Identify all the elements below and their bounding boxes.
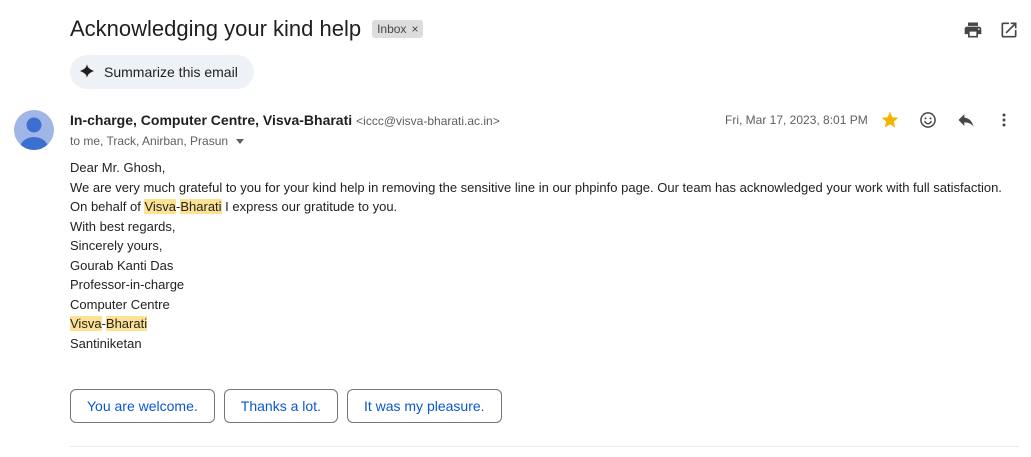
reply-icon[interactable]: [956, 110, 976, 130]
email-subject: Acknowledging your kind help: [70, 16, 362, 41]
subject-row: Acknowledging your kind help Inbox ×: [70, 16, 424, 42]
sender-name[interactable]: In-charge, Computer Centre, Visva-Bharat…: [70, 112, 352, 128]
body-line: With best regards,: [70, 218, 176, 234]
body-text: I express our gratitude to you.: [221, 199, 398, 214]
remove-label-icon[interactable]: ×: [411, 22, 418, 36]
smart-reply-button[interactable]: It was my pleasure.: [346, 389, 502, 423]
highlighted-term: Visva: [70, 316, 102, 331]
body-line: Dear Mr. Ghosh,: [70, 160, 166, 175]
smart-replies: You are welcome. Thanks a lot. It was my…: [70, 389, 502, 423]
body-line: We are very much grateful to you for you…: [70, 179, 1002, 195]
divider: [70, 446, 1019, 447]
smart-reply-button[interactable]: Thanks a lot.: [223, 389, 338, 423]
sparkle-icon: [80, 63, 94, 81]
body-line: Visva-Bharati: [70, 314, 1002, 334]
emoji-icon[interactable]: [918, 110, 938, 130]
highlighted-term: Bharati: [105, 316, 148, 331]
summarize-button[interactable]: Summarize this email: [70, 55, 254, 89]
highlighted-term: Bharati: [180, 199, 222, 214]
open-in-new-window-icon[interactable]: [999, 20, 1019, 40]
recipients-toggle[interactable]: to me, Track, Anirban, Prasun: [70, 134, 245, 148]
email-date: Fri, Mar 17, 2023, 8:01 PM: [725, 113, 868, 127]
summarize-label: Summarize this email: [104, 64, 238, 80]
print-icon[interactable]: [963, 20, 983, 40]
body-line: On behalf of Visva-Bharati I express our…: [70, 197, 1002, 217]
smart-reply-button[interactable]: You are welcome.: [70, 389, 215, 423]
email-body: Dear Mr. Ghosh, We are very much gratefu…: [70, 158, 1002, 353]
body-line: Santiniketan: [70, 335, 142, 351]
body-text: On behalf of: [70, 199, 145, 214]
body-line: Gourab Kanti Das: [70, 257, 174, 273]
body-line: Sincerely yours,: [70, 238, 163, 253]
label-text: Inbox: [377, 22, 407, 36]
star-icon[interactable]: [880, 110, 900, 130]
sender-email: <iccc@visva-bharati.ac.in>: [356, 114, 500, 128]
more-vert-icon[interactable]: [994, 110, 1014, 130]
inbox-label-chip[interactable]: Inbox ×: [372, 20, 424, 38]
sender-row: In-charge, Computer Centre, Visva-Bharat…: [70, 112, 500, 128]
body-line: Professor-in-charge: [70, 277, 185, 292]
top-actions: [963, 20, 1019, 40]
chevron-down-icon[interactable]: [236, 138, 245, 144]
message-actions: [880, 110, 1014, 130]
recipients-text: to me, Track, Anirban, Prasun: [70, 134, 229, 148]
body-line: Computer Centre: [70, 296, 170, 312]
avatar[interactable]: [14, 110, 54, 150]
highlighted-term: Visva: [144, 199, 177, 214]
